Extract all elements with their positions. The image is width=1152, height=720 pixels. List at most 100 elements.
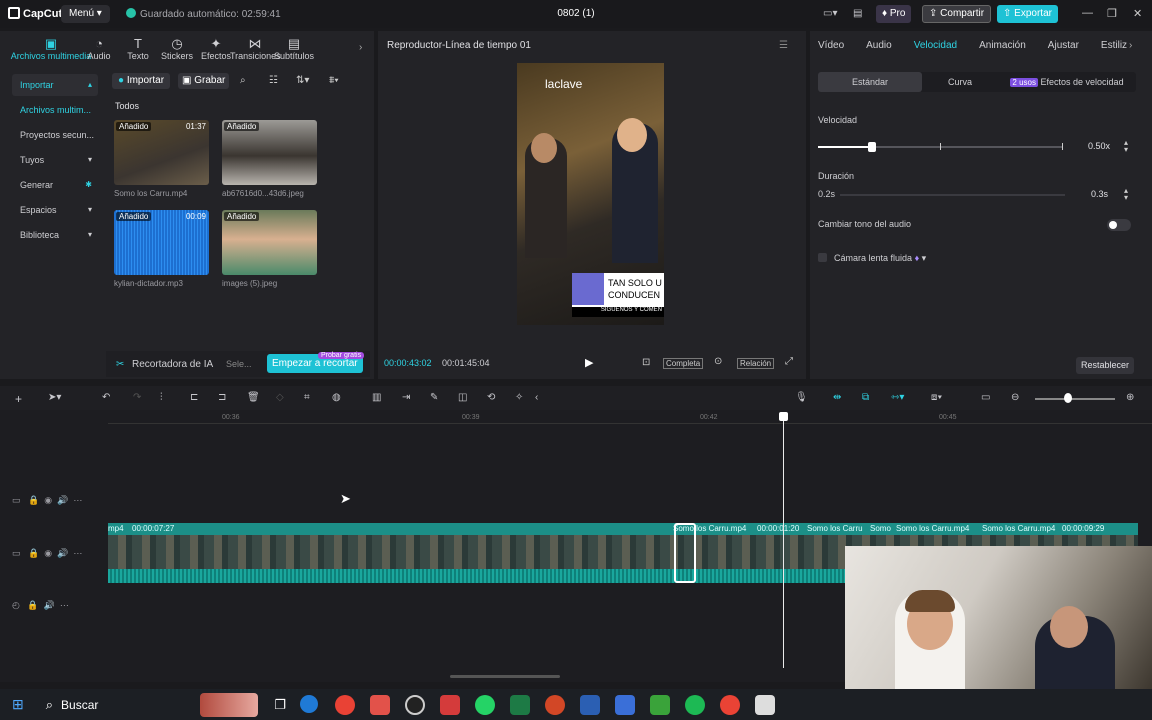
undo-icon[interactable]: ↶ <box>102 392 110 403</box>
sidebar-item-yours[interactable]: Tuyos ▾ <box>12 149 98 171</box>
auto-reframe-icon[interactable]: ⟲ <box>487 392 495 403</box>
app-icon[interactable] <box>615 694 636 715</box>
zoom-slider[interactable] <box>1035 398 1115 400</box>
slowmo-option[interactable]: Cámara lenta fluida ♦ ▾ <box>834 253 926 264</box>
tab-audio[interactable]: Audio <box>866 40 892 51</box>
duration-slider[interactable] <box>840 194 1065 196</box>
sidebar-item-import[interactable]: Importar ▴ <box>12 74 98 96</box>
speed-slider-knob[interactable] <box>868 142 876 152</box>
tab-adjust[interactable]: Ajustar <box>1048 40 1079 51</box>
windows-start-icon[interactable]: ⊞ <box>12 696 24 713</box>
delete-icon[interactable]: 🗑 <box>247 392 260 403</box>
sidebar-item-subprojects[interactable]: Proyectos secun... <box>12 124 98 146</box>
search-icon[interactable]: ⌕ <box>46 697 53 713</box>
spotify-icon[interactable] <box>685 694 706 715</box>
playhead[interactable] <box>783 412 784 668</box>
microphone-icon[interactable]: 🎙 <box>795 392 808 403</box>
timeline-scrollbar[interactable] <box>450 675 560 678</box>
track-icon[interactable]: ▭ <box>12 548 21 558</box>
play-icon[interactable]: ▶ <box>585 356 593 369</box>
tab-subtitles[interactable]: ▤ Subtítulos <box>269 36 319 61</box>
word-icon[interactable] <box>580 694 601 715</box>
media-item[interactable]: Añadido images (5).jpeg <box>222 210 322 288</box>
add-icon[interactable]: + <box>15 392 22 406</box>
duration-value[interactable]: 0.3s <box>1091 189 1108 199</box>
marker-icon[interactable]: ◇ <box>276 392 284 403</box>
subtab-curve[interactable]: Curva <box>922 72 998 92</box>
duration-stepper-icon[interactable]: ▴ ▾ <box>1124 187 1128 202</box>
subtab-speed-effects[interactable]: 2 usos Efectos de velocidad <box>998 72 1136 92</box>
zoom-slider-knob[interactable] <box>1064 393 1072 403</box>
speed-value[interactable]: 0.50x <box>1088 141 1110 151</box>
link-clips-icon[interactable]: ⇹ <box>833 392 841 403</box>
minecraft-icon[interactable] <box>650 694 671 715</box>
capcut-icon[interactable] <box>405 694 426 715</box>
freeze-icon[interactable]: ▥ <box>372 392 381 403</box>
redo-icon[interactable]: ↷ <box>133 392 141 403</box>
speed-tool-icon[interactable]: ◍ <box>332 392 341 403</box>
split-left-icon[interactable]: ⊏ <box>190 392 198 403</box>
reset-button[interactable]: Restablecer <box>1076 357 1135 374</box>
tab-style[interactable]: Estiliz <box>1101 40 1127 51</box>
zoom-out-icon[interactable]: ⊖ <box>1011 392 1019 403</box>
whatsapp-icon[interactable] <box>475 694 496 715</box>
collapse-icon[interactable]: ‹ <box>535 392 538 403</box>
video-preview[interactable]: laclave TAN SOLO U CONDUCEN SIGUENOS Y C… <box>517 63 664 325</box>
window-layout-icon[interactable]: ▤ <box>853 8 862 19</box>
taskbar-search[interactable]: Buscar <box>61 698 98 712</box>
magic-icon[interactable]: ✧ <box>515 392 523 403</box>
aspect-ratio-button[interactable]: Relación <box>737 358 775 369</box>
sidebar-item-generate[interactable]: Generar ✱ <box>12 174 98 196</box>
more-icon[interactable]: ⋯ <box>60 600 69 610</box>
more-icon[interactable]: ⋯ <box>73 548 82 558</box>
more-icon[interactable]: ⋯ <box>73 495 82 505</box>
minimize-icon[interactable]: — <box>1082 7 1093 19</box>
layout-icon[interactable]: ▭▾ <box>823 8 837 19</box>
task-view-icon[interactable]: ❐ <box>274 697 286 713</box>
screen-icon[interactable]: ▭ <box>981 392 990 403</box>
mirror-icon[interactable]: ◫ <box>458 392 467 403</box>
media-item[interactable]: Añadido ab67616d0...43d6.jpeg <box>222 120 322 198</box>
select-tool-icon[interactable]: ➤▾ <box>48 392 61 403</box>
edge-icon[interactable] <box>300 694 320 715</box>
import-button[interactable]: ● Importar <box>112 73 171 89</box>
crop-icon[interactable]: ⊡ <box>642 357 650 368</box>
reverse-icon[interactable]: ⇥ <box>402 392 410 403</box>
playhead-handle[interactable] <box>779 412 788 421</box>
player-menu-icon[interactable]: ☰ <box>779 40 788 51</box>
volume-icon[interactable]: 🔊 <box>44 600 55 610</box>
lock-icon[interactable]: 🔒 <box>27 600 38 610</box>
pro-button[interactable]: ♦ Pro <box>876 5 912 23</box>
search-icon[interactable]: ⌕ <box>240 75 246 86</box>
copilot-icon[interactable] <box>370 694 391 715</box>
sidebar-item-media-files[interactable]: Archivos multim... <box>12 99 98 121</box>
split-right-icon[interactable]: ⊐ <box>218 392 226 403</box>
restore-icon[interactable]: ❐ <box>1107 7 1117 20</box>
app-icon[interactable] <box>755 694 776 715</box>
volume-icon[interactable]: 🔊 <box>57 548 68 558</box>
lock-icon[interactable]: 🔒 <box>28 495 39 505</box>
slowmo-checkbox[interactable] <box>818 253 827 262</box>
split-icon[interactable]: ⫶ <box>160 392 163 403</box>
select-dropdown[interactable]: Sele... <box>226 359 252 369</box>
fullscreen-mode-button[interactable]: Completa <box>663 358 704 369</box>
eye-icon[interactable]: ◉ <box>44 495 52 505</box>
eye-icon[interactable]: ◉ <box>44 548 52 558</box>
media-item[interactable]: Añadido 00:09 kylian-dictador.mp3 <box>114 210 214 288</box>
timeline-ruler[interactable] <box>108 410 1152 424</box>
grid-view-icon[interactable]: ☷ <box>269 75 278 86</box>
selected-clip[interactable] <box>674 523 696 583</box>
close-icon[interactable]: ✕ <box>1133 7 1142 20</box>
tab-video[interactable]: Vídeo <box>818 40 844 51</box>
share-button[interactable]: ⇪ Compartir <box>922 5 992 23</box>
zoom-in-icon[interactable]: ⊕ <box>1126 392 1134 403</box>
app-icon[interactable] <box>440 694 461 715</box>
chrome-icon[interactable] <box>335 694 356 715</box>
excel-icon[interactable] <box>510 694 531 715</box>
snapshot-icon[interactable]: ⊙ <box>714 356 722 367</box>
track-icon[interactable]: ▭ <box>12 495 21 505</box>
powerpoint-icon[interactable] <box>545 694 566 715</box>
pitch-toggle[interactable] <box>1107 219 1131 231</box>
volume-icon[interactable]: 🔊 <box>57 495 68 505</box>
chrome-icon[interactable] <box>720 694 741 715</box>
